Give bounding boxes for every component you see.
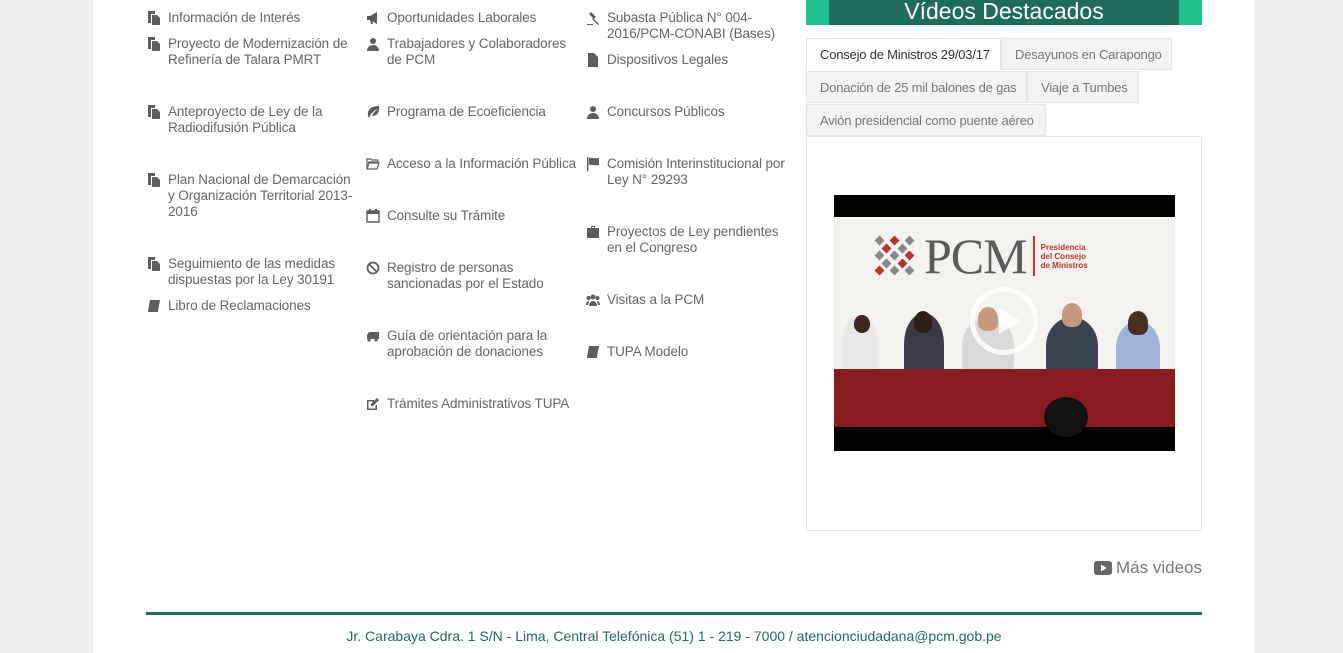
- person-figure: [914, 311, 932, 333]
- user-icon: [364, 36, 382, 52]
- link-label: Programa de Ecoeficiencia: [387, 104, 546, 119]
- play-icon[interactable]: [970, 287, 1038, 355]
- edit-icon: [364, 396, 382, 412]
- file-icon: [584, 52, 602, 68]
- briefcase-icon: [584, 224, 602, 240]
- link-label: TUPA Modelo: [607, 344, 689, 359]
- link-label: Guía de orientación para la aprobación d…: [387, 328, 548, 359]
- logo-divider: [1032, 236, 1035, 276]
- link-label: Concursos Públicos: [607, 104, 725, 119]
- link-label: Oportunidades Laborales: [387, 10, 537, 25]
- link-registro-sancionadas[interactable]: Registro de personas sancionadas por el …: [364, 260, 579, 292]
- link-label: Información de Interés: [168, 10, 301, 25]
- video-player[interactable]: PCM Presidencia del Consejo de Ministros: [834, 195, 1175, 451]
- link-label: Dispositivos Legales: [607, 52, 729, 67]
- link-label: Plan Nacional de Demarcación y Organizac…: [168, 172, 353, 219]
- link-label: Registro de personas sancionadas por el …: [387, 260, 544, 291]
- link-label: Libro de Reclamaciones: [168, 298, 311, 313]
- link-label: Proyecto de Modernización de Refinería d…: [168, 36, 348, 67]
- link-label: Seguimiento de las medidas dispuestas po…: [168, 256, 336, 287]
- pcm-mark-icon: [874, 235, 915, 276]
- videos-title-bar: Vídeos Destacados: [806, 0, 1202, 25]
- users-icon: [584, 292, 602, 308]
- link-trabajadores[interactable]: Trabajadores y Colaboradores de PCM: [364, 36, 579, 68]
- link-label: Anteproyecto de Ley de la Radiodifusión …: [168, 104, 323, 135]
- book-icon: [584, 344, 602, 360]
- tab-donacion-balones[interactable]: Donación de 25 mil balones de gas: [806, 71, 1027, 103]
- footer-address: Jr. Carabaya Cdra. 1 S/N - Lima, Central…: [346, 628, 1002, 644]
- link-subasta-publica[interactable]: Subasta Pública N° 004-2016/PCM-CONABI (…: [584, 10, 794, 42]
- link-seguimiento-ley[interactable]: Seguimiento de las medidas dispuestas po…: [145, 256, 355, 288]
- link-label: Subasta Pública N° 004-2016/PCM-CONABI (…: [607, 10, 775, 41]
- folder-open-icon: [364, 156, 382, 172]
- person-figure: [1044, 397, 1088, 437]
- link-tramites-tupa[interactable]: Trámites Administrativos TUPA: [364, 396, 569, 412]
- link-label: Visitas a la PCM: [607, 292, 705, 307]
- tab-viaje-tumbes[interactable]: Viaje a Tumbes: [1027, 71, 1139, 103]
- link-consulte-tramite[interactable]: Consulte su Trámite: [364, 208, 505, 224]
- copy-icon: [145, 172, 163, 188]
- link-proyectos-ley[interactable]: Proyectos de Ley pendientes en el Congre…: [584, 224, 794, 256]
- person-figure: [1062, 303, 1082, 327]
- copy-icon: [145, 104, 163, 120]
- calendar-icon: [364, 208, 382, 224]
- videos-title: Vídeos Destacados: [829, 0, 1179, 25]
- link-comision-interinstitucional[interactable]: Comisión Interinstitucional por Ley N° 2…: [584, 156, 794, 188]
- link-label: Consulte su Trámite: [387, 208, 506, 223]
- link-label: Proyectos de Ley pendientes en el Congre…: [607, 224, 779, 255]
- link-anteproyecto-radiodifusion[interactable]: Anteproyecto de Ley de la Radiodifusión …: [145, 104, 355, 136]
- person-figure: [854, 315, 870, 333]
- copy-icon: [145, 10, 163, 26]
- link-ecoeficiencia[interactable]: Programa de Ecoeficiencia: [364, 104, 546, 120]
- leaf-icon: [364, 104, 382, 120]
- video-panel: PCM Presidencia del Consejo de Ministros: [806, 136, 1202, 531]
- link-informacion-interes[interactable]: Información de Interés: [145, 10, 300, 26]
- gavel-icon: [584, 10, 602, 26]
- link-label: Trabajadores y Colaboradores de PCM: [387, 36, 567, 67]
- link-acceso-informacion[interactable]: Acceso a la Información Pública: [364, 156, 576, 172]
- logo-word: PCM: [924, 228, 1028, 284]
- table-cloth: [834, 369, 1175, 427]
- footer-divider: [146, 612, 1202, 615]
- more-videos-label: Más videos: [1116, 558, 1202, 577]
- tab-desayunos-carapongo[interactable]: Desayunos en Carapongo: [1001, 38, 1172, 70]
- link-label: Acceso a la Información Pública: [387, 156, 576, 171]
- link-oportunidades-laborales[interactable]: Oportunidades Laborales: [364, 10, 536, 26]
- logo-subtitle: Presidencia del Consejo de Ministros: [1040, 242, 1088, 270]
- link-guia-donaciones[interactable]: Guía de orientación para la aprobación d…: [364, 328, 579, 360]
- link-label: Comisión Interinstitucional por Ley N° 2…: [607, 156, 785, 187]
- book-icon: [145, 298, 163, 314]
- person-figure: [1128, 311, 1148, 335]
- page-content: Información de Interés Proyecto de Moder…: [93, 0, 1254, 653]
- link-dispositivos-legales[interactable]: Dispositivos Legales: [584, 52, 728, 68]
- link-plan-demarcacion[interactable]: Plan Nacional de Demarcación y Organizac…: [145, 172, 355, 220]
- flag-icon: [584, 156, 602, 172]
- youtube-play-icon: [1094, 561, 1113, 575]
- truck-icon: [364, 328, 382, 344]
- link-visitas-pcm[interactable]: Visitas a la PCM: [584, 292, 704, 308]
- link-concursos-publicos[interactable]: Concursos Públicos: [584, 104, 725, 120]
- pcm-logo: PCM Presidencia del Consejo de Ministros: [874, 231, 1091, 281]
- copy-icon: [145, 256, 163, 272]
- bullhorn-icon: [364, 10, 382, 26]
- ban-icon: [364, 260, 382, 276]
- link-proyecto-talara[interactable]: Proyecto de Modernización de Refinería d…: [145, 36, 355, 68]
- tab-avion-presidencial[interactable]: Avión presidencial como puente aéreo: [806, 104, 1046, 136]
- tab-consejo-ministros[interactable]: Consejo de Ministros 29/03/17: [806, 38, 1001, 70]
- link-tupa-modelo[interactable]: TUPA Modelo: [584, 344, 688, 360]
- link-label: Trámites Administrativos TUPA: [387, 396, 570, 411]
- more-videos-link[interactable]: Más videos: [1094, 558, 1202, 578]
- copy-icon: [145, 36, 163, 52]
- user-icon: [584, 104, 602, 120]
- link-libro-reclamaciones[interactable]: Libro de Reclamaciones: [145, 298, 311, 314]
